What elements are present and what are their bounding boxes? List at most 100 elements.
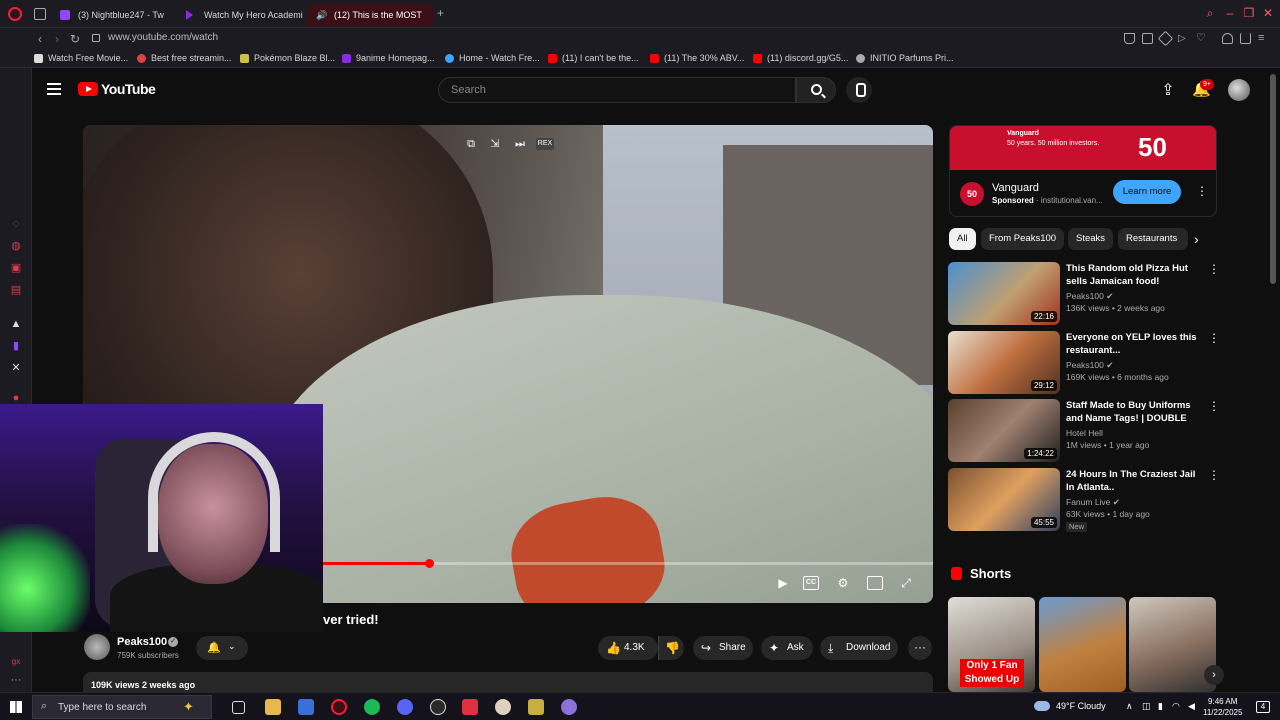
- obs-icon[interactable]: [430, 699, 446, 715]
- easy-setup-icon[interactable]: ≡: [1258, 33, 1269, 44]
- extension-icon[interactable]: [1157, 30, 1174, 47]
- autoplay-toggle[interactable]: ▶: [775, 576, 791, 590]
- ask-button[interactable]: ✦ Ask: [761, 636, 813, 660]
- bookmark-item[interactable]: Pokémon Blaze Bl...: [240, 53, 335, 63]
- tab-twitch[interactable]: (3) Nightblue247 - Tw: [52, 4, 178, 26]
- chevron-right-icon[interactable]: ›: [1194, 231, 1199, 247]
- like-button[interactable]: 👍 4.3K: [598, 636, 658, 660]
- bookmark-item[interactable]: Best free streamin...: [137, 53, 232, 63]
- recommended-video[interactable]: 22:16 This Random old Pizza Hut sells Ja…: [948, 262, 1220, 326]
- close-window-button[interactable]: ✕: [1262, 7, 1274, 19]
- download-icon[interactable]: [1240, 33, 1251, 44]
- user-avatar[interactable]: [1228, 79, 1250, 101]
- save-page-icon[interactable]: [1124, 33, 1135, 44]
- more-actions-button[interactable]: ···: [908, 636, 932, 660]
- tab-menu-icon[interactable]: [34, 8, 46, 20]
- search-button[interactable]: [796, 77, 836, 103]
- theater-mode-icon[interactable]: [867, 576, 883, 590]
- notifications-icon[interactable]: 4: [1256, 701, 1270, 713]
- play-icon[interactable]: ▷: [1178, 33, 1189, 44]
- chevron-right-icon[interactable]: ›: [1204, 665, 1224, 685]
- video-title[interactable]: Staff Made to Buy Uniforms and Name Tags…: [1066, 399, 1204, 425]
- sponsored-ad[interactable]: Vanguard 50 years. 50 million investors.…: [949, 125, 1217, 217]
- recommended-video[interactable]: 29:12 Everyone on YELP loves this restau…: [948, 331, 1220, 395]
- more-vert-icon[interactable]: ⋮: [1208, 262, 1220, 276]
- progress-bar[interactable]: [323, 559, 933, 568]
- opera-gx-icon[interactable]: [331, 699, 347, 715]
- ad-more-icon[interactable]: ⋮: [1196, 184, 1208, 198]
- channel-name[interactable]: Peaks100 ✔: [1066, 360, 1113, 371]
- more-vert-icon[interactable]: ⋮: [1208, 468, 1220, 482]
- app-icon[interactable]: [561, 699, 577, 715]
- windows-start-icon[interactable]: [10, 701, 22, 713]
- new-tab-button[interactable]: +: [437, 6, 444, 20]
- heart-icon[interactable]: ♡: [1196, 33, 1207, 44]
- next-video-icon[interactable]: ⏭: [514, 138, 526, 150]
- bookmark-item[interactable]: INITIO Parfums Pri...: [856, 53, 954, 63]
- video-title[interactable]: This Random old Pizza Hut sells Jamaican…: [1066, 262, 1204, 288]
- page-scrollbar[interactable]: [1270, 74, 1276, 284]
- instagram-icon[interactable]: ▣: [10, 262, 22, 274]
- share-button[interactable]: ↪ Share: [693, 636, 753, 660]
- bookmark-item[interactable]: (11) I can't be the...: [548, 53, 639, 63]
- app-icon[interactable]: [528, 699, 544, 715]
- learn-more-button[interactable]: Learn more: [1113, 180, 1181, 204]
- bookmark-item[interactable]: Home - Watch Fre...: [445, 53, 540, 63]
- minimize-button[interactable]: –: [1224, 7, 1236, 19]
- bookmark-item[interactable]: (11) The 30% ABV...: [650, 53, 744, 63]
- taskbar-search-input[interactable]: ⌕ Type here to search ✦: [32, 695, 212, 719]
- system-clock[interactable]: 9:46 AM 11/22/2025: [1203, 696, 1242, 718]
- bookmark-item[interactable]: (11) discord.gg/G5...: [753, 53, 848, 63]
- more-vert-icon[interactable]: ⋮: [1208, 331, 1220, 345]
- extension-badge[interactable]: REX: [536, 138, 554, 150]
- account-icon[interactable]: [1222, 33, 1233, 44]
- channel-name[interactable]: Peaks100: [117, 636, 167, 648]
- tiktok-icon[interactable]: ▤: [10, 284, 22, 296]
- x-icon[interactable]: ✕: [10, 362, 22, 374]
- file-explorer-icon[interactable]: [265, 699, 281, 715]
- snapshot-icon[interactable]: [1142, 33, 1153, 44]
- gx-icon[interactable]: gx: [10, 656, 22, 668]
- search-tabs-icon[interactable]: ⌕: [1204, 7, 1216, 19]
- music-icon[interactable]: ●: [10, 392, 22, 404]
- twitch-icon[interactable]: ▮: [10, 340, 22, 352]
- network-icon[interactable]: ◫: [1142, 701, 1151, 712]
- opera-logo-icon[interactable]: [8, 7, 22, 21]
- pip-icon[interactable]: ⇲: [489, 138, 501, 150]
- youtube-logo-icon[interactable]: [78, 82, 98, 96]
- more-vert-icon[interactable]: ⋮: [1208, 399, 1220, 413]
- youtube-logo-text[interactable]: YouTube: [101, 81, 156, 97]
- bookmark-item[interactable]: 9anime Homepag...: [342, 53, 435, 63]
- forward-icon[interactable]: ›: [50, 32, 64, 46]
- tab-anime[interactable]: Watch My Hero Academi: [178, 4, 304, 26]
- messenger-icon[interactable]: ◍: [10, 240, 22, 252]
- channel-avatar[interactable]: [84, 634, 110, 660]
- channel-name[interactable]: Hotel Hell: [1066, 428, 1103, 438]
- store-icon[interactable]: [298, 699, 314, 715]
- video-thumbnail[interactable]: 29:12: [948, 331, 1060, 394]
- video-title[interactable]: Everyone on YELP loves this restaurant..…: [1066, 331, 1204, 357]
- tab-youtube[interactable]: 🔊 (12) This is the MOST: [308, 4, 434, 26]
- video-thumbnail[interactable]: 45:55: [948, 468, 1060, 531]
- url-field[interactable]: www.youtube.com/watch: [108, 32, 218, 43]
- voice-search-button[interactable]: [846, 77, 872, 103]
- channel-name[interactable]: Fanum Live ✔: [1066, 497, 1120, 508]
- weather-text[interactable]: 49°F Cloudy: [1056, 701, 1106, 711]
- recommended-video[interactable]: 45:55 24 Hours In The Craziest Jail In A…: [948, 468, 1220, 532]
- video-title[interactable]: 24 Hours In The Craziest Jail In Atlanta…: [1066, 468, 1204, 494]
- upload-icon[interactable]: ⇪: [1160, 80, 1176, 99]
- search-input[interactable]: Search: [438, 77, 796, 103]
- settings-gear-icon[interactable]: ⚙: [835, 576, 851, 590]
- back-icon[interactable]: ‹: [33, 32, 47, 46]
- chip-from-channel[interactable]: From Peaks100: [981, 228, 1065, 250]
- miniplayer-icon[interactable]: ⧉: [465, 138, 477, 150]
- wifi-icon[interactable]: ◠: [1172, 701, 1180, 712]
- task-view-icon[interactable]: [232, 701, 245, 714]
- app-icon[interactable]: [462, 699, 478, 715]
- ad-banner[interactable]: Vanguard 50 years. 50 million investors.…: [950, 126, 1216, 170]
- fullscreen-icon[interactable]: ⤢: [898, 576, 914, 590]
- video-thumbnail[interactable]: 22:16: [948, 262, 1060, 325]
- captions-icon[interactable]: CC: [803, 576, 819, 590]
- arrow-icon[interactable]: ▲: [10, 318, 22, 330]
- volume-icon[interactable]: ◀: [1188, 701, 1195, 712]
